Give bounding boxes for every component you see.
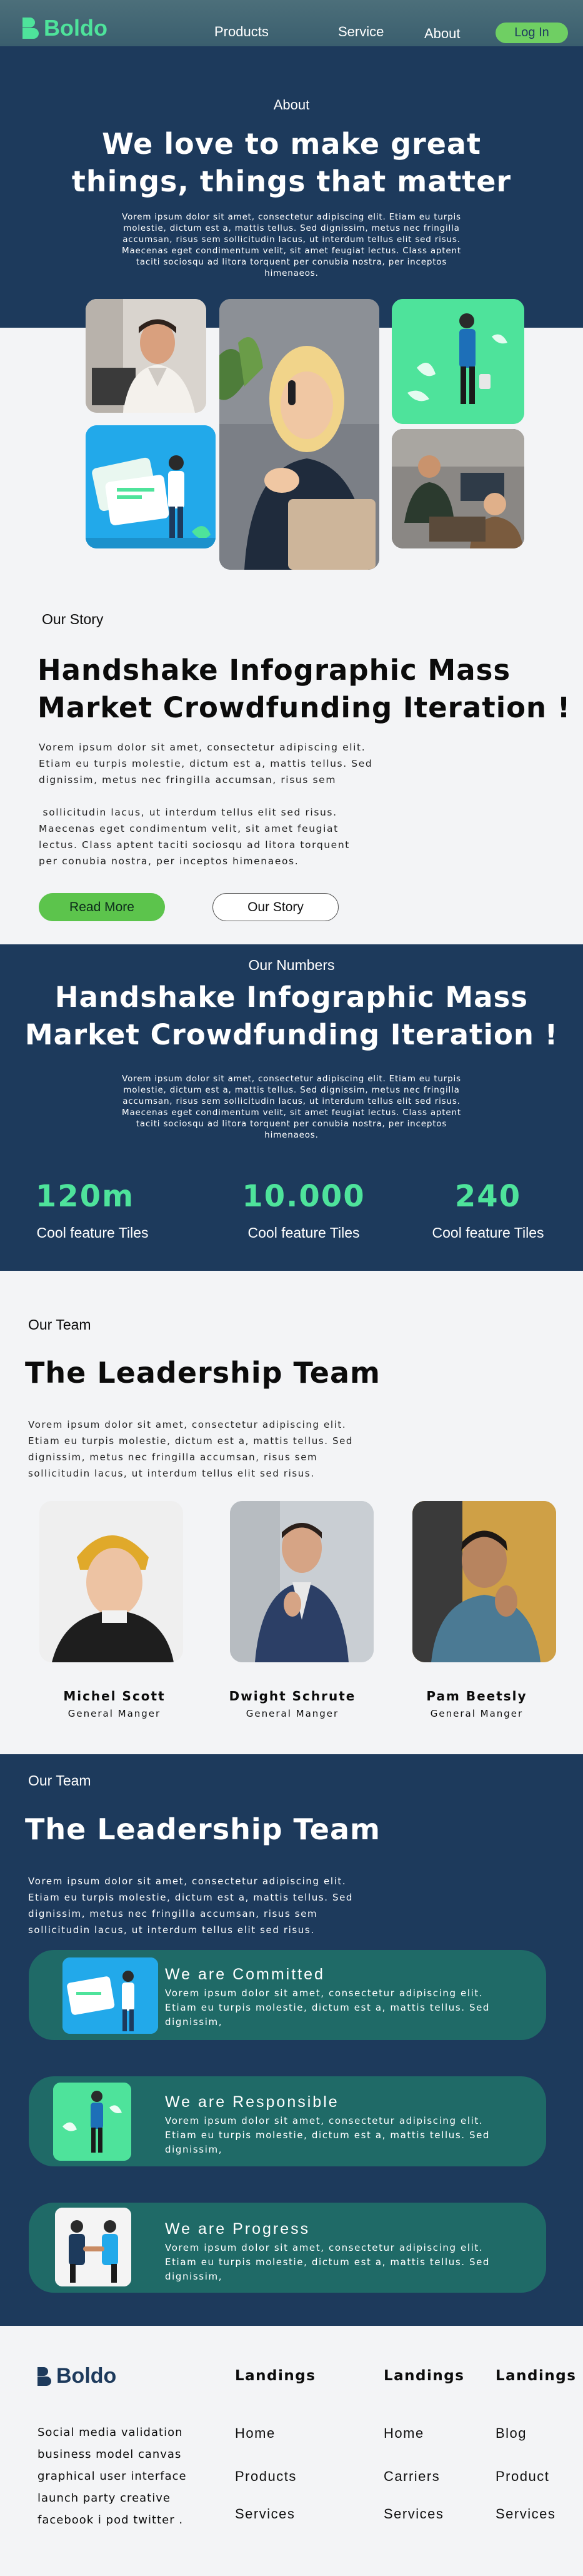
footer-link-products[interactable]: Products: [235, 2468, 297, 2485]
footer-link-home[interactable]: Home: [235, 2425, 276, 2442]
footer-column-heading: Landings: [496, 2368, 577, 2384]
footer-link-product[interactable]: Product: [496, 2468, 549, 2485]
brand-name: Boldo: [44, 15, 107, 41]
man-illustration-green: [392, 299, 524, 424]
team-eyebrow: Our Team: [28, 1772, 91, 1789]
footer-logo[interactable]: Boldo: [37, 2364, 116, 2388]
footer-column-heading: Landings: [235, 2368, 316, 2384]
numbers-title: Handshake Infographic Mass Market Crowdf…: [24, 981, 559, 1051]
member-photo: [230, 1501, 374, 1662]
top-nav: Boldo Products Service About Log In: [0, 0, 583, 46]
stat-value: 120m: [35, 1179, 135, 1214]
numbers-description: Vorem ipsum dolor sit amet, consectetur …: [122, 1074, 461, 1140]
footer-brand-name: Boldo: [56, 2364, 117, 2388]
boldo-logo-icon: [22, 18, 39, 39]
nav-link-service[interactable]: Service: [338, 24, 384, 40]
footer-link-services[interactable]: Services: [384, 2506, 444, 2522]
office-man-photo: [86, 299, 206, 413]
value-text: Vorem ipsum dolor sit amet, consectetur …: [165, 2242, 491, 2282]
woman-on-phone-photo: [219, 299, 379, 570]
value-title: We are Responsible: [165, 2093, 339, 2111]
value-title: We are Progress: [165, 2220, 311, 2238]
hero-description: Vorem ipsum dolor sit amet, consectetur …: [122, 212, 461, 278]
member-name: Michel Scott: [63, 1689, 166, 1704]
leadership-eyebrow: Our Team: [28, 1316, 91, 1333]
stat-value: 240: [454, 1179, 522, 1214]
nav-link-about[interactable]: About: [424, 26, 461, 42]
member-photo: [39, 1501, 183, 1662]
story-eyebrow: Our Story: [42, 611, 104, 627]
leadership-title: The Leadership Team: [25, 1356, 381, 1390]
member-role: General Manger: [430, 1708, 524, 1719]
member-role: General Manger: [246, 1708, 339, 1719]
footer-link-services[interactable]: Services: [235, 2506, 295, 2522]
member-name: Pam Beetsly: [426, 1689, 527, 1704]
our-story-button[interactable]: Our Story: [212, 893, 339, 921]
documents-illustration-blue: [86, 425, 216, 548]
numbers-eyebrow: Our Numbers: [248, 957, 335, 973]
team-title: The Leadership Team: [25, 1812, 381, 1846]
value-text: Vorem ipsum dolor sit amet, consectetur …: [165, 1988, 491, 2028]
hero-title: We love to make great things, things tha…: [71, 127, 512, 198]
footer-link-services[interactable]: Services: [496, 2506, 556, 2522]
hero-eyebrow: About: [273, 97, 310, 113]
story-title: Handshake Infographic Mass Market Crowdf…: [37, 654, 571, 724]
footer-description: Social media validation business model ca…: [37, 2426, 187, 2527]
read-more-button[interactable]: Read More: [39, 893, 165, 921]
member-role: General Manger: [67, 1708, 161, 1719]
leadership-description: Vorem ipsum dolor sit amet, consectetur …: [28, 1419, 354, 1479]
brand-logo[interactable]: Boldo: [22, 15, 107, 41]
progress-illustration: [55, 2208, 131, 2286]
footer-link-carriers[interactable]: Carriers: [384, 2468, 440, 2485]
member-name: Dwight Schrute: [229, 1689, 356, 1704]
value-text: Vorem ipsum dolor sit amet, consectetur …: [165, 2115, 491, 2155]
responsible-illustration: [53, 2083, 131, 2161]
login-button[interactable]: Log In: [496, 23, 568, 43]
meeting-room-photo: [392, 429, 524, 548]
story-paragraph: Vorem ipsum dolor sit amet, consectetur …: [39, 742, 373, 867]
team-description: Vorem ipsum dolor sit amet, consectetur …: [28, 1876, 354, 1936]
footer-link-home[interactable]: Home: [384, 2425, 424, 2442]
stat-value: 10.000: [242, 1179, 366, 1214]
committed-illustration: [62, 1957, 158, 2034]
member-photo: [412, 1501, 556, 1662]
footer-link-blog[interactable]: Blog: [496, 2425, 527, 2442]
boldo-logo-icon: [37, 2366, 51, 2386]
stat-label: Cool feature Tiles: [432, 1225, 544, 1241]
footer-column-heading: Landings: [384, 2368, 465, 2384]
stat-label: Cool feature Tiles: [36, 1225, 149, 1241]
value-title: We are Committed: [165, 1966, 325, 1983]
nav-link-products[interactable]: Products: [214, 24, 269, 40]
stat-label: Cool feature Tiles: [247, 1225, 360, 1241]
